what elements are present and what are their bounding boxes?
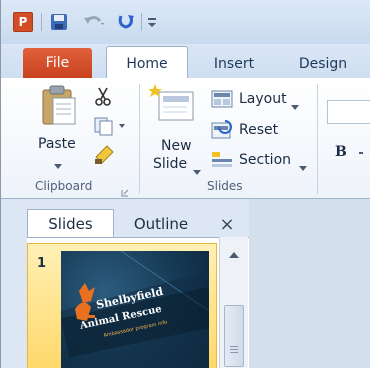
section-icon[interactable]: [211, 151, 233, 169]
tab-outline[interactable]: Outline: [121, 211, 201, 237]
undo-icon[interactable]: [81, 13, 107, 31]
powerpoint-app-icon[interactable]: P: [13, 12, 33, 32]
scroll-thumb[interactable]: [224, 305, 244, 367]
section-dropdown-icon[interactable]: [299, 158, 307, 171]
new-slide-icon[interactable]: [148, 82, 199, 128]
slide-number: 1: [37, 256, 47, 271]
font-name-field[interactable]: [327, 100, 370, 124]
tab-slides[interactable]: Slides: [27, 209, 114, 238]
slide-thumbnail[interactable]: Shelbyfield Animal Rescue Ambassador pro…: [61, 251, 209, 368]
ribbon-tab-bar: File Home Insert Design: [1, 44, 370, 80]
paste-button[interactable]: Paste: [38, 136, 76, 152]
new-slide-label-1[interactable]: New: [161, 138, 192, 154]
powerpoint-window: P File Home Insert Design Paste Clipboar…: [0, 0, 370, 368]
layout-dropdown-icon[interactable]: [291, 97, 299, 110]
new-slide-dropdown-icon[interactable]: [193, 162, 201, 175]
dialog-launcher-icon[interactable]: [121, 182, 129, 197]
layout-button[interactable]: Layout: [239, 91, 287, 107]
tab-file[interactable]: File: [23, 48, 92, 78]
customize-qat-icon[interactable]: [145, 13, 159, 31]
title-bar: P: [1, 0, 370, 44]
clipboard-group-label: Clipboard: [35, 179, 93, 193]
qat-separator: [41, 13, 42, 31]
slide-editing-area[interactable]: [249, 199, 370, 368]
tab-home[interactable]: Home: [106, 46, 188, 80]
tab-insert[interactable]: Insert: [199, 50, 269, 78]
tab-design[interactable]: Design: [283, 50, 363, 78]
save-icon[interactable]: [49, 13, 69, 31]
reset-button[interactable]: Reset: [239, 122, 278, 138]
close-pane-button[interactable]: ×: [213, 211, 241, 237]
slide-list-scrollbar[interactable]: [219, 237, 248, 368]
copy-icon[interactable]: [93, 116, 127, 136]
slides-group-label: Slides: [207, 179, 243, 193]
format-painter-icon[interactable]: [93, 144, 117, 166]
reset-icon[interactable]: [211, 120, 233, 140]
cut-icon[interactable]: [93, 86, 113, 106]
paste-icon[interactable]: [39, 84, 79, 128]
group-separator: [139, 84, 140, 194]
section-button[interactable]: Section: [239, 152, 291, 168]
qat-separator: [141, 13, 142, 31]
paste-dropdown-icon[interactable]: [53, 156, 63, 169]
group-separator: [317, 84, 318, 194]
scroll-up-icon[interactable]: [228, 245, 240, 258]
redo-icon[interactable]: [115, 13, 137, 31]
new-slide-label-2[interactable]: Slide: [153, 156, 187, 172]
bold-button[interactable]: B: [335, 144, 347, 160]
dropdown-dash: [359, 152, 363, 154]
ribbon-home: Paste Clipboard New Slide Layout Reset S…: [1, 78, 370, 199]
layout-icon[interactable]: [211, 90, 233, 108]
